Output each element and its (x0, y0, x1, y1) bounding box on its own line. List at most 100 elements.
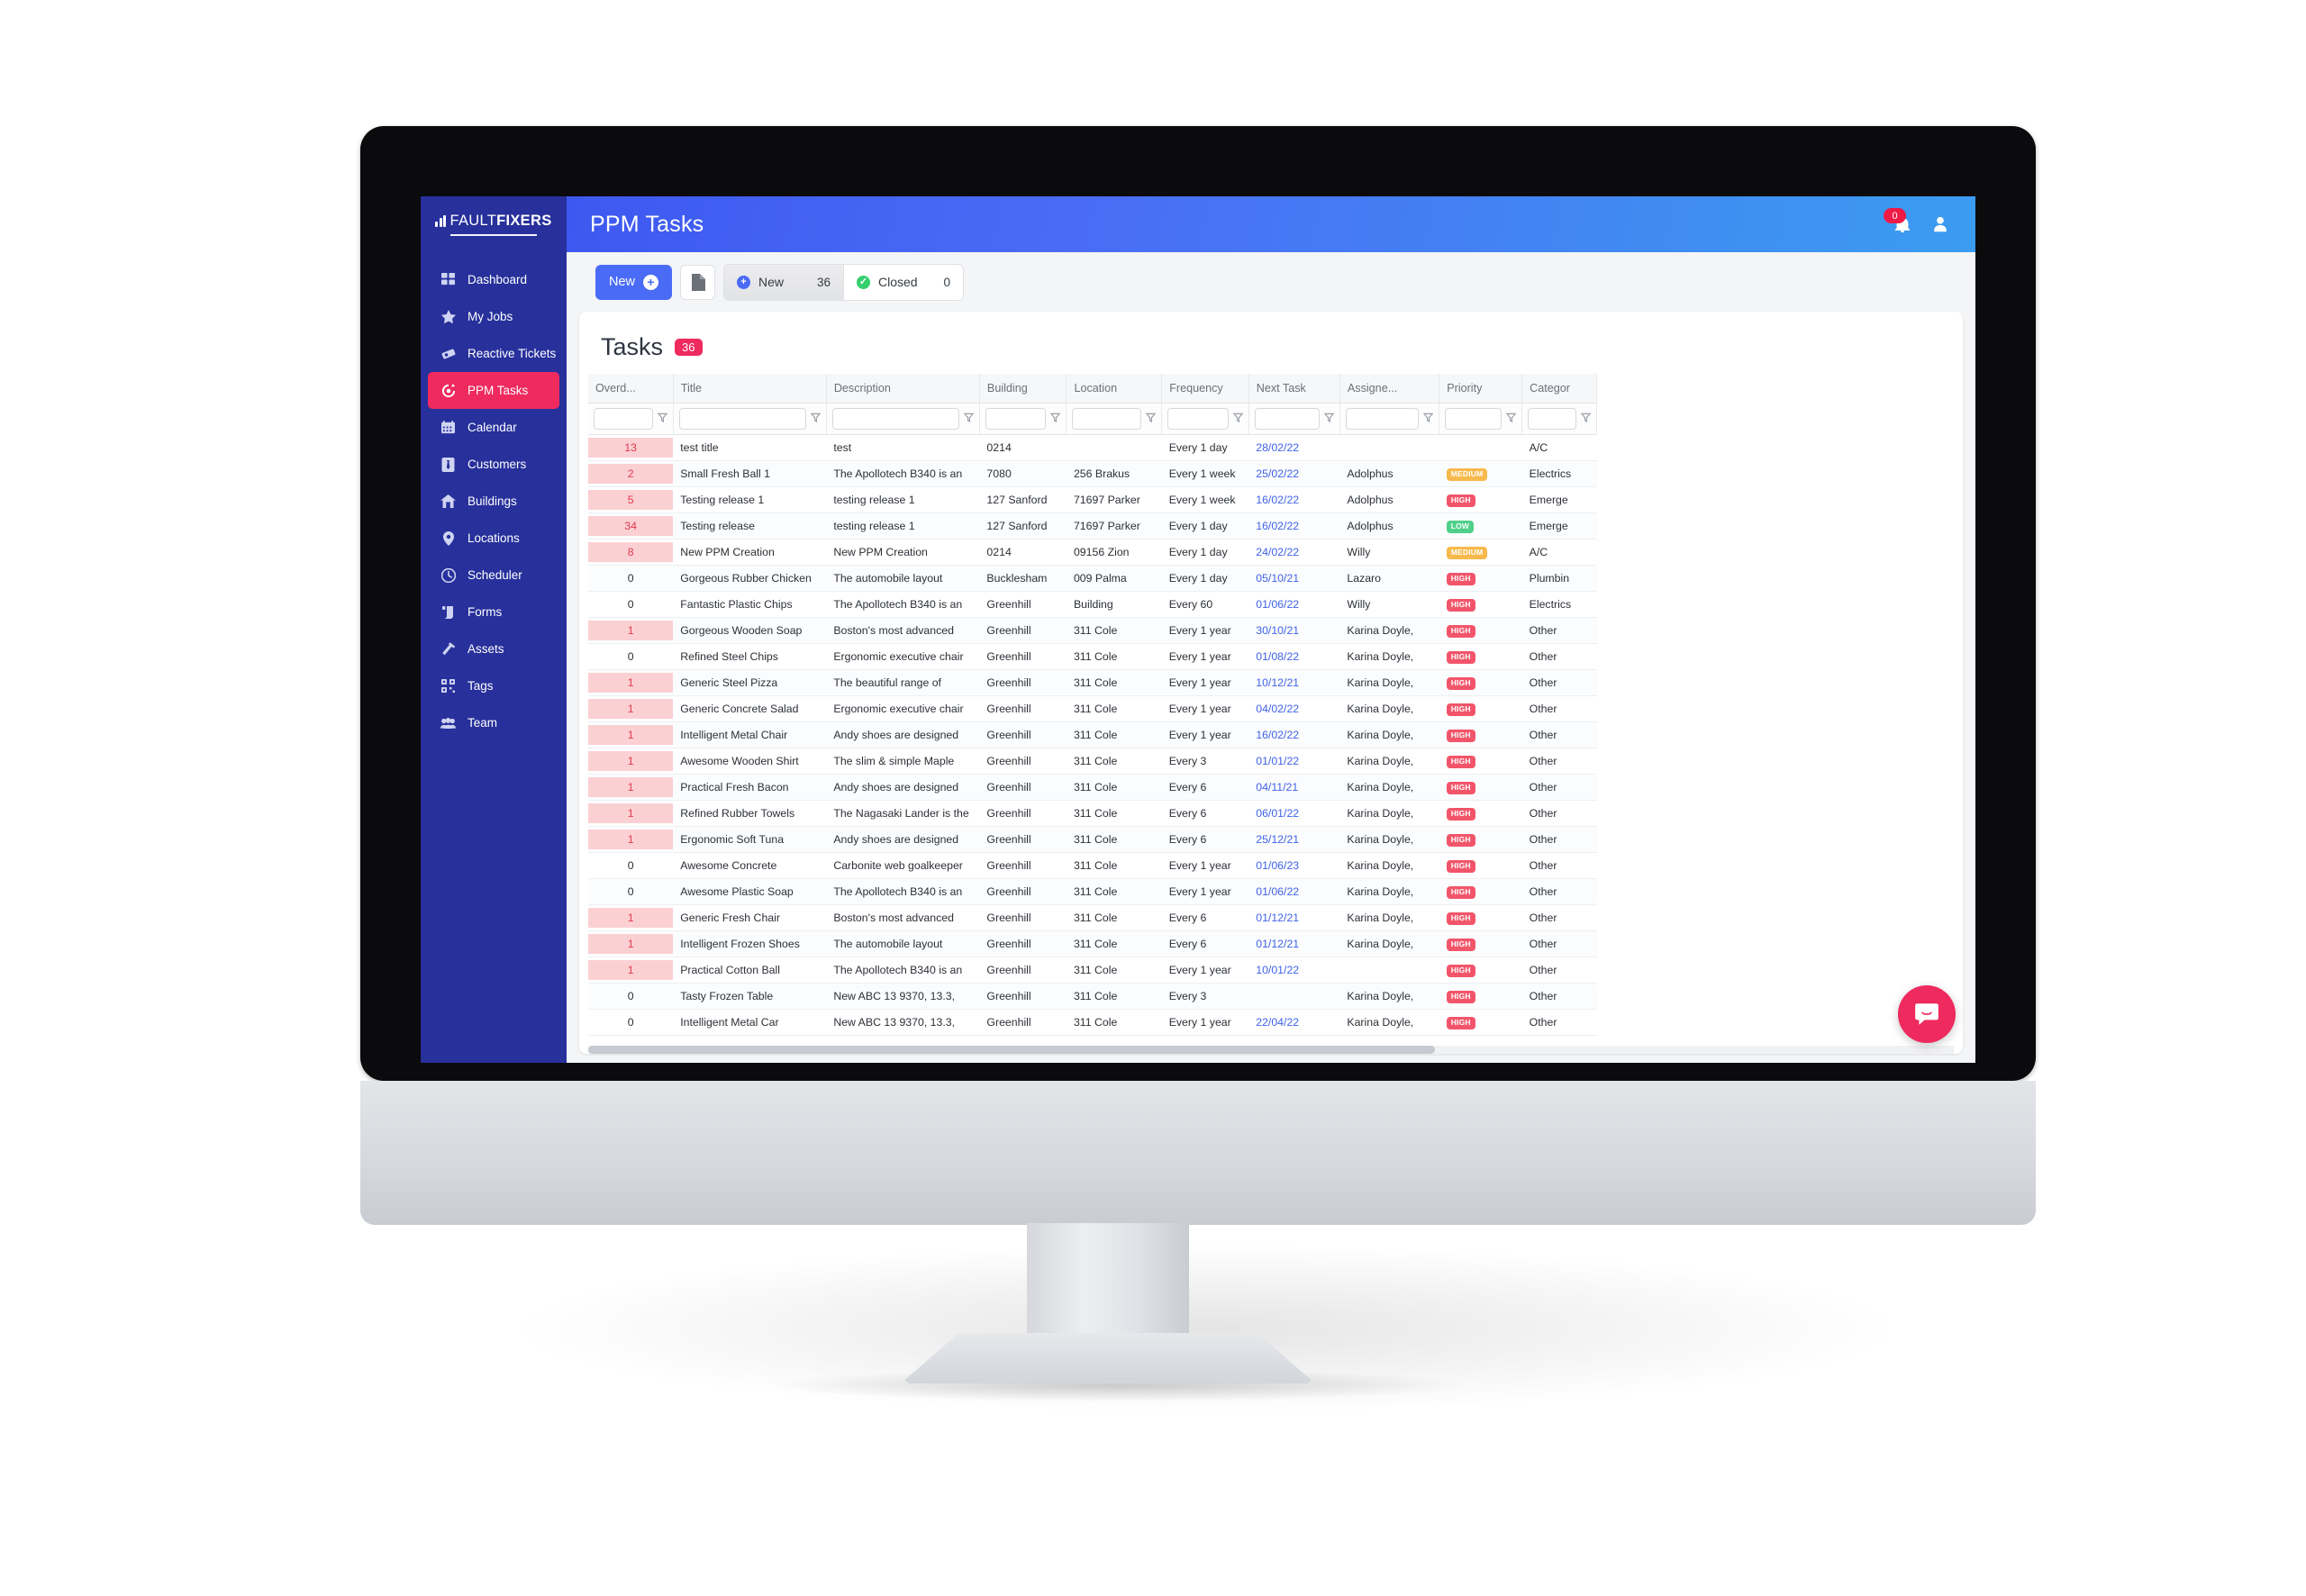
next-task-link[interactable]: 16/02/22 (1256, 729, 1299, 741)
funnel-icon[interactable] (1422, 413, 1434, 425)
grid-scroll-area[interactable]: Overd... Title Description Building Location… (579, 374, 1963, 1054)
column-header-assigne[interactable]: Assigne... (1339, 374, 1440, 404)
next-task-link[interactable]: 01/12/21 (1256, 911, 1299, 924)
table-row[interactable]: 0 Intelligent Metal Car New ABC 13 9370, 1… (588, 1009, 1597, 1036)
table-row[interactable]: 1 Generic Fresh Chair Boston's most advanc… (588, 904, 1597, 931)
horizontal-scrollbar[interactable] (588, 1046, 1954, 1054)
filter-input-5[interactable] (1167, 408, 1229, 430)
funnel-icon[interactable] (1505, 413, 1517, 425)
funnel-icon[interactable] (1323, 413, 1335, 425)
funnel-icon[interactable] (963, 413, 975, 425)
funnel-icon[interactable] (1580, 413, 1592, 425)
scrollbar-thumb[interactable] (588, 1046, 1435, 1054)
next-task-link[interactable]: 04/11/21 (1256, 781, 1298, 793)
funnel-icon[interactable] (1145, 413, 1157, 425)
table-row[interactable]: 2 Small Fresh Ball 1 The Apollotech B340 i… (588, 460, 1597, 487)
sidebar-item-assets[interactable]: Assets (428, 630, 559, 667)
sidebar-item-scheduler[interactable]: Scheduler (428, 557, 559, 594)
next-task-link[interactable]: 16/02/22 (1256, 520, 1299, 532)
next-task-link[interactable]: 01/06/22 (1256, 598, 1299, 611)
next-task-link[interactable]: 01/08/22 (1256, 650, 1299, 663)
brand-logo[interactable]: FAULTFIXERS (421, 196, 567, 252)
bell-icon[interactable]: 0 (1884, 208, 1914, 236)
table-row[interactable]: 1 Refined Rubber Towels The Nagasaki Lande… (588, 800, 1597, 827)
column-header-description[interactable]: Description (826, 374, 980, 404)
table-row[interactable]: 8 New PPM Creation New PPM Creation 0214 091… (588, 539, 1597, 566)
filter-input-4[interactable] (1072, 408, 1142, 430)
next-task-link[interactable]: 05/10/21 (1256, 572, 1299, 585)
next-task-link[interactable]: 22/04/22 (1256, 1016, 1299, 1029)
funnel-icon[interactable] (657, 413, 668, 425)
table-row[interactable]: 0 Tasty Frozen Table New ABC 13 9370, 13.3… (588, 983, 1597, 1010)
column-header-overd[interactable]: Overd... (588, 374, 674, 404)
next-task-link[interactable]: 01/12/21 (1256, 938, 1299, 950)
document-icon[interactable] (680, 264, 716, 300)
next-task-link[interactable]: 06/01/22 (1256, 807, 1299, 820)
sidebar-item-locations[interactable]: Locations (428, 520, 559, 557)
next-task-link[interactable]: 25/12/21 (1256, 833, 1299, 846)
filter-input-2[interactable] (831, 408, 959, 430)
next-task-link[interactable]: 25/02/22 (1256, 467, 1299, 480)
column-header-building[interactable]: Building (979, 374, 1067, 404)
filter-input-8[interactable] (1445, 408, 1503, 430)
sidebar-item-team[interactable]: Team (428, 704, 559, 741)
table-row[interactable]: 1 Generic Concrete Salad Ergonomic executi… (588, 695, 1597, 722)
next-task-link[interactable]: 01/06/23 (1256, 859, 1299, 872)
table-row[interactable]: 0 Fantastic Plastic Chips The Apollotech B… (588, 591, 1597, 618)
column-header-location[interactable]: Location (1066, 374, 1163, 404)
sidebar-item-dashboard[interactable]: Dashboard (428, 261, 559, 298)
column-header-frequency[interactable]: Frequency (1161, 374, 1249, 404)
filter-input-1[interactable] (678, 408, 806, 430)
sidebar-item-buildings[interactable]: Buildings (428, 483, 559, 520)
sidebar-item-reactive-tickets[interactable]: Reactive Tickets (428, 335, 559, 372)
table-row[interactable]: 34 Testing release testing release 1 127 Sa… (588, 512, 1597, 540)
column-header-title[interactable]: Title (673, 374, 827, 404)
cell-description: Boston's most advanced (826, 617, 980, 644)
column-header-next-task[interactable]: Next Task (1248, 374, 1340, 404)
user-icon[interactable] (1929, 213, 1952, 236)
column-header-priority[interactable]: Priority (1439, 374, 1523, 404)
next-task-link[interactable]: 04/02/22 (1256, 703, 1299, 715)
table-row[interactable]: 1 Generic Steel Pizza The beautiful range … (588, 669, 1597, 696)
funnel-icon[interactable] (810, 413, 822, 425)
sidebar-item-customers[interactable]: Customers (428, 446, 559, 483)
next-task-link[interactable]: 01/06/22 (1256, 885, 1299, 898)
column-header-categor[interactable]: Categor (1521, 374, 1597, 404)
next-task-link[interactable]: 24/02/22 (1256, 546, 1299, 558)
chat-bubble-icon[interactable] (1898, 985, 1956, 1043)
filter-input-3[interactable] (985, 408, 1047, 430)
sidebar-item-calendar[interactable]: Calendar (428, 409, 559, 446)
status-tab-closed[interactable]: ✓ Closed 0 (844, 265, 963, 300)
table-row[interactable]: 1 Intelligent Metal Chair Andy shoes are d… (588, 721, 1597, 748)
new-button[interactable]: New + (595, 264, 673, 300)
next-task-link[interactable]: 01/01/22 (1256, 755, 1299, 767)
table-row[interactable]: 0 Refined Steel Chips Ergonomic executive … (588, 643, 1597, 670)
table-row[interactable]: 5 Testing release 1 testing release 1 127 S… (588, 486, 1597, 513)
table-row[interactable]: 1 Practical Fresh Bacon Andy shoes are des… (588, 774, 1597, 801)
sidebar-item-my-jobs[interactable]: My Jobs (428, 298, 559, 335)
sidebar-item-tags[interactable]: Tags (428, 667, 559, 704)
status-tab-new[interactable]: + New 36 (724, 264, 845, 300)
filter-input-7[interactable] (1345, 408, 1420, 430)
next-task-link[interactable]: 16/02/22 (1256, 494, 1299, 506)
table-row[interactable]: 13 test title test 0214 Every 1 day 28/02/22 A… (588, 434, 1597, 461)
next-task-link[interactable]: 10/12/21 (1256, 676, 1299, 689)
next-task-link[interactable]: 30/10/21 (1256, 624, 1299, 637)
table-row[interactable]: 1 Ergonomic Soft Tuna Andy shoes are desig… (588, 826, 1597, 853)
sidebar-item-forms[interactable]: Forms (428, 594, 559, 630)
filter-input-6[interactable] (1254, 408, 1320, 430)
filter-input-9[interactable] (1528, 408, 1576, 430)
table-row[interactable]: 1 Gorgeous Wooden Soap Boston's most advan… (588, 617, 1597, 644)
table-row[interactable]: 1 Practical Cotton Ball The Apollotech B34… (588, 957, 1597, 984)
table-row[interactable]: 0 Awesome Concrete Carbonite web goalkeepe… (588, 852, 1597, 879)
table-row[interactable]: 1 Awesome Wooden Shirt The slim & simple M… (588, 748, 1597, 775)
filter-input-0[interactable] (594, 408, 653, 430)
next-task-link[interactable]: 10/01/22 (1256, 964, 1299, 976)
table-row[interactable]: 1 Intelligent Frozen Shoes The automobile … (588, 930, 1597, 957)
sidebar-item-ppm-tasks[interactable]: PPM Tasks (428, 372, 559, 409)
funnel-icon[interactable] (1050, 413, 1061, 425)
funnel-icon[interactable] (1232, 413, 1244, 425)
next-task-link[interactable]: 28/02/22 (1256, 441, 1299, 454)
table-row[interactable]: 0 Gorgeous Rubber Chicken The automobile l… (588, 565, 1597, 592)
table-row[interactable]: 0 Awesome Plastic Soap The Apollotech B340… (588, 878, 1597, 905)
